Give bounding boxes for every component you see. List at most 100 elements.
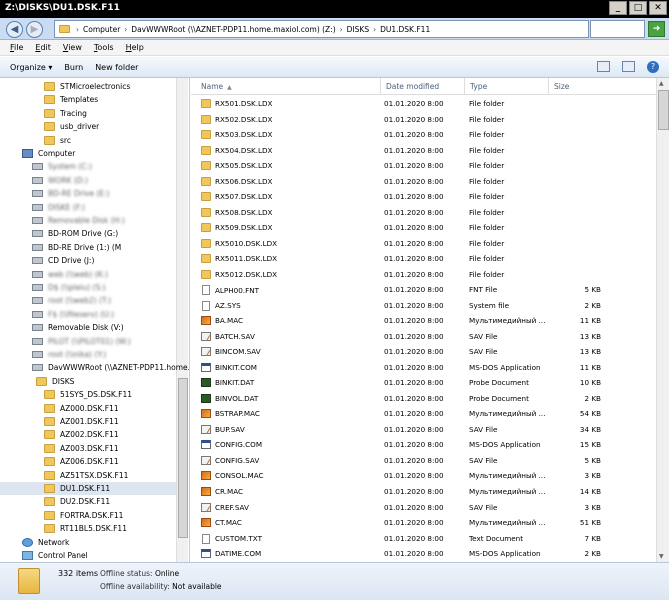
file-row[interactable]: CONSOL.MAC 01.01.2020 8:00 Мультимедийный … bbox=[191, 468, 656, 484]
nav-item[interactable]: AZ002.DSK.F11 bbox=[44, 428, 119, 441]
file-row[interactable]: RX507.DSK.LDX 01.01.2020 8:00 File folder bbox=[191, 189, 656, 205]
column-date[interactable]: Date modified bbox=[381, 78, 465, 95]
nav-item[interactable]: web (\\web) (K:) bbox=[32, 268, 108, 281]
nav-item[interactable]: Removable Disk (H:) bbox=[32, 214, 125, 227]
nav-item[interactable]: D$ (\\pleiu) (S:) bbox=[32, 281, 106, 294]
close-button[interactable]: ✕ bbox=[649, 1, 667, 15]
nav-item[interactable]: src bbox=[44, 134, 71, 147]
breadcrumb-item[interactable]: Computer bbox=[83, 25, 120, 34]
nav-item[interactable]: AZ51TSX.DSK.F11 bbox=[44, 469, 128, 482]
file-row[interactable]: CREF.SAV 01.01.2020 8:00 SAV File 3 KB bbox=[191, 500, 656, 516]
nav-item[interactable]: Computer bbox=[22, 147, 75, 160]
refresh-button[interactable]: ➜ bbox=[648, 21, 665, 37]
file-row[interactable]: RX508.DSK.LDX 01.01.2020 8:00 File folder bbox=[191, 205, 656, 221]
nav-item[interactable]: DavWWWRoot (\\AZNET-PDP11.home. bbox=[32, 361, 189, 374]
file-list-scrollbar[interactable]: ▲ ▼ bbox=[656, 78, 669, 562]
nav-item[interactable]: root (\\nika) (Y:) bbox=[32, 348, 106, 361]
nav-item[interactable]: DU2.DSK.F11 bbox=[44, 495, 110, 508]
view-options-icon[interactable] bbox=[597, 61, 610, 72]
maximize-button[interactable]: □ bbox=[629, 1, 647, 15]
column-type[interactable]: Type bbox=[465, 78, 549, 95]
file-row[interactable]: CONFIG.SAV 01.01.2020 8:00 SAV File 5 KB bbox=[191, 453, 656, 469]
nav-item[interactable]: Removable Disk (V:) bbox=[32, 321, 124, 334]
column-name[interactable]: Name ▲ bbox=[191, 78, 381, 95]
menu-tools[interactable]: Tools bbox=[94, 43, 114, 55]
nav-item[interactable]: DISKE (F:) bbox=[32, 201, 85, 214]
file-row[interactable]: RX5012.DSK.LDX 01.01.2020 8:00 File folder bbox=[191, 267, 656, 283]
menu-view[interactable]: View bbox=[63, 43, 82, 55]
forward-button[interactable]: ▶ bbox=[26, 21, 43, 38]
breadcrumb-item[interactable]: DISKS bbox=[347, 25, 369, 34]
nav-item[interactable]: BD-ROM Drive (G:) bbox=[32, 227, 118, 240]
nav-item[interactable]: Network bbox=[22, 536, 69, 549]
file-row[interactable]: RX509.DSK.LDX 01.01.2020 8:00 File folder bbox=[191, 220, 656, 236]
new-folder-button[interactable]: New folder bbox=[95, 63, 138, 72]
help-icon[interactable]: ? bbox=[647, 61, 659, 73]
file-row[interactable]: ALPH00.FNT 01.01.2020 8:00 FNT File 5 KB bbox=[191, 282, 656, 298]
file-row[interactable]: CR.MAC 01.01.2020 8:00 Мультимедийный ... 1… bbox=[191, 484, 656, 500]
nav-item[interactable]: usb_driver bbox=[44, 120, 99, 133]
file-row[interactable]: RX504.DSK.LDX 01.01.2020 8:00 File folder bbox=[191, 143, 656, 159]
file-row[interactable]: RX502.DSK.LDX 01.01.2020 8:00 File folder bbox=[191, 112, 656, 128]
nav-item[interactable]: CD Drive (J:) bbox=[32, 254, 94, 267]
nav-item[interactable]: WORK (D:) bbox=[32, 174, 88, 187]
nav-scrollbar[interactable] bbox=[176, 78, 188, 562]
burn-button[interactable]: Burn bbox=[64, 63, 83, 72]
nav-item[interactable]: AZ006.DSK.F11 bbox=[44, 455, 119, 468]
file-row[interactable]: RX501.DSK.LDX 01.01.2020 8:00 File folder bbox=[191, 96, 656, 112]
file-row[interactable]: RX506.DSK.LDX 01.01.2020 8:00 File folder bbox=[191, 174, 656, 190]
file-row[interactable]: BATCH.SAV 01.01.2020 8:00 SAV File 13 KB bbox=[191, 329, 656, 345]
breadcrumb-separator-icon[interactable]: › bbox=[373, 25, 376, 34]
breadcrumb-item[interactable]: DavWWWRoot (\\AZNET-PDP11.home.maxiol.co… bbox=[131, 25, 335, 34]
file-row[interactable]: RX5010.DSK.LDX 01.01.2020 8:00 File folder bbox=[191, 236, 656, 252]
preview-pane-icon[interactable] bbox=[622, 61, 635, 72]
organize-button[interactable]: Organize ▾ bbox=[10, 63, 52, 72]
file-row[interactable]: BUP.SAV 01.01.2020 8:00 SAV File 34 KB bbox=[191, 422, 656, 438]
scroll-down-icon[interactable]: ▼ bbox=[659, 553, 664, 560]
column-size[interactable]: Size bbox=[549, 78, 656, 95]
nav-item[interactable]: FORTRA.DSK.F11 bbox=[44, 509, 123, 522]
breadcrumb-separator-icon[interactable]: › bbox=[124, 25, 127, 34]
file-row[interactable]: DATIME.COM 01.01.2020 8:00 MS-DOS Applicat… bbox=[191, 546, 656, 562]
file-row[interactable]: CT.MAC 01.01.2020 8:00 Мультимедийный ... 5… bbox=[191, 515, 656, 531]
nav-item[interactable]: 51SYS_DS.DSK.F11 bbox=[44, 388, 132, 401]
menu-edit[interactable]: Edit bbox=[35, 43, 51, 55]
nav-scroll-thumb[interactable] bbox=[178, 378, 188, 538]
file-row[interactable]: BINKIT.DAT 01.01.2020 8:00 Probe Document 1… bbox=[191, 375, 656, 391]
breadcrumb-separator-icon[interactable]: › bbox=[76, 25, 79, 34]
file-row[interactable]: RX5011.DSK.LDX 01.01.2020 8:00 File folder bbox=[191, 251, 656, 267]
file-row[interactable]: AZ.SYS 01.01.2020 8:00 System file 2 KB bbox=[191, 298, 656, 314]
file-row[interactable]: RX503.DSK.LDX 01.01.2020 8:00 File folder bbox=[191, 127, 656, 143]
file-row[interactable]: BINKIT.COM 01.01.2020 8:00 MS-DOS Applicat… bbox=[191, 360, 656, 376]
nav-item[interactable]: AZ000.DSK.F11 bbox=[44, 402, 119, 415]
nav-item[interactable]: BD-RE Drive (E:) bbox=[32, 187, 109, 200]
nav-item[interactable]: DU1.DSK.F11 bbox=[0, 482, 176, 495]
file-row[interactable]: BINVOL.DAT 01.01.2020 8:00 Probe Document 2… bbox=[191, 391, 656, 407]
file-row[interactable]: CONFIG.COM 01.01.2020 8:00 MS-DOS Applicat… bbox=[191, 437, 656, 453]
menu-help[interactable]: Help bbox=[126, 43, 144, 55]
file-row[interactable]: BINCOM.SAV 01.01.2020 8:00 SAV File 13 KB bbox=[191, 344, 656, 360]
back-button[interactable]: ◀ bbox=[6, 21, 23, 38]
file-row[interactable]: BA.MAC 01.01.2020 8:00 Мультимедийный ... 1… bbox=[191, 313, 656, 329]
nav-item[interactable]: BD-RE Drive (1:) (M bbox=[32, 241, 121, 254]
minimize-button[interactable]: _ bbox=[609, 1, 627, 15]
nav-item[interactable]: Templates bbox=[44, 93, 98, 106]
nav-item[interactable]: PILOT (\\PILOT01) (W:) bbox=[32, 335, 131, 348]
nav-item[interactable]: AZ001.DSK.F11 bbox=[44, 415, 119, 428]
file-scroll-thumb[interactable] bbox=[658, 90, 669, 130]
nav-item[interactable]: root (\\web2) (T:) bbox=[32, 294, 111, 307]
nav-item[interactable]: RT11BL5.DSK.F11 bbox=[44, 522, 127, 535]
nav-item[interactable]: F$ (\\fileserv) (U:) bbox=[32, 308, 114, 321]
menu-file[interactable]: File bbox=[10, 43, 23, 55]
file-row[interactable]: RX505.DSK.LDX 01.01.2020 8:00 File folder bbox=[191, 158, 656, 174]
nav-item[interactable]: AZ003.DSK.F11 bbox=[44, 442, 119, 455]
nav-item[interactable]: Tracing bbox=[44, 107, 87, 120]
nav-item[interactable]: DISKS bbox=[36, 375, 74, 388]
nav-item[interactable]: STMicroelectronics bbox=[44, 80, 130, 93]
address-input[interactable]: › Computer › DavWWWRoot (\\AZNET-PDP11.home… bbox=[54, 20, 589, 38]
search-input[interactable] bbox=[590, 20, 645, 38]
nav-item[interactable]: System (C:) bbox=[32, 160, 92, 173]
file-row[interactable]: BSTRAP.MAC 01.01.2020 8:00 Мультимедийный … bbox=[191, 406, 656, 422]
breadcrumb-separator-icon[interactable]: › bbox=[340, 25, 343, 34]
breadcrumb-item[interactable]: DU1.DSK.F11 bbox=[380, 25, 430, 34]
